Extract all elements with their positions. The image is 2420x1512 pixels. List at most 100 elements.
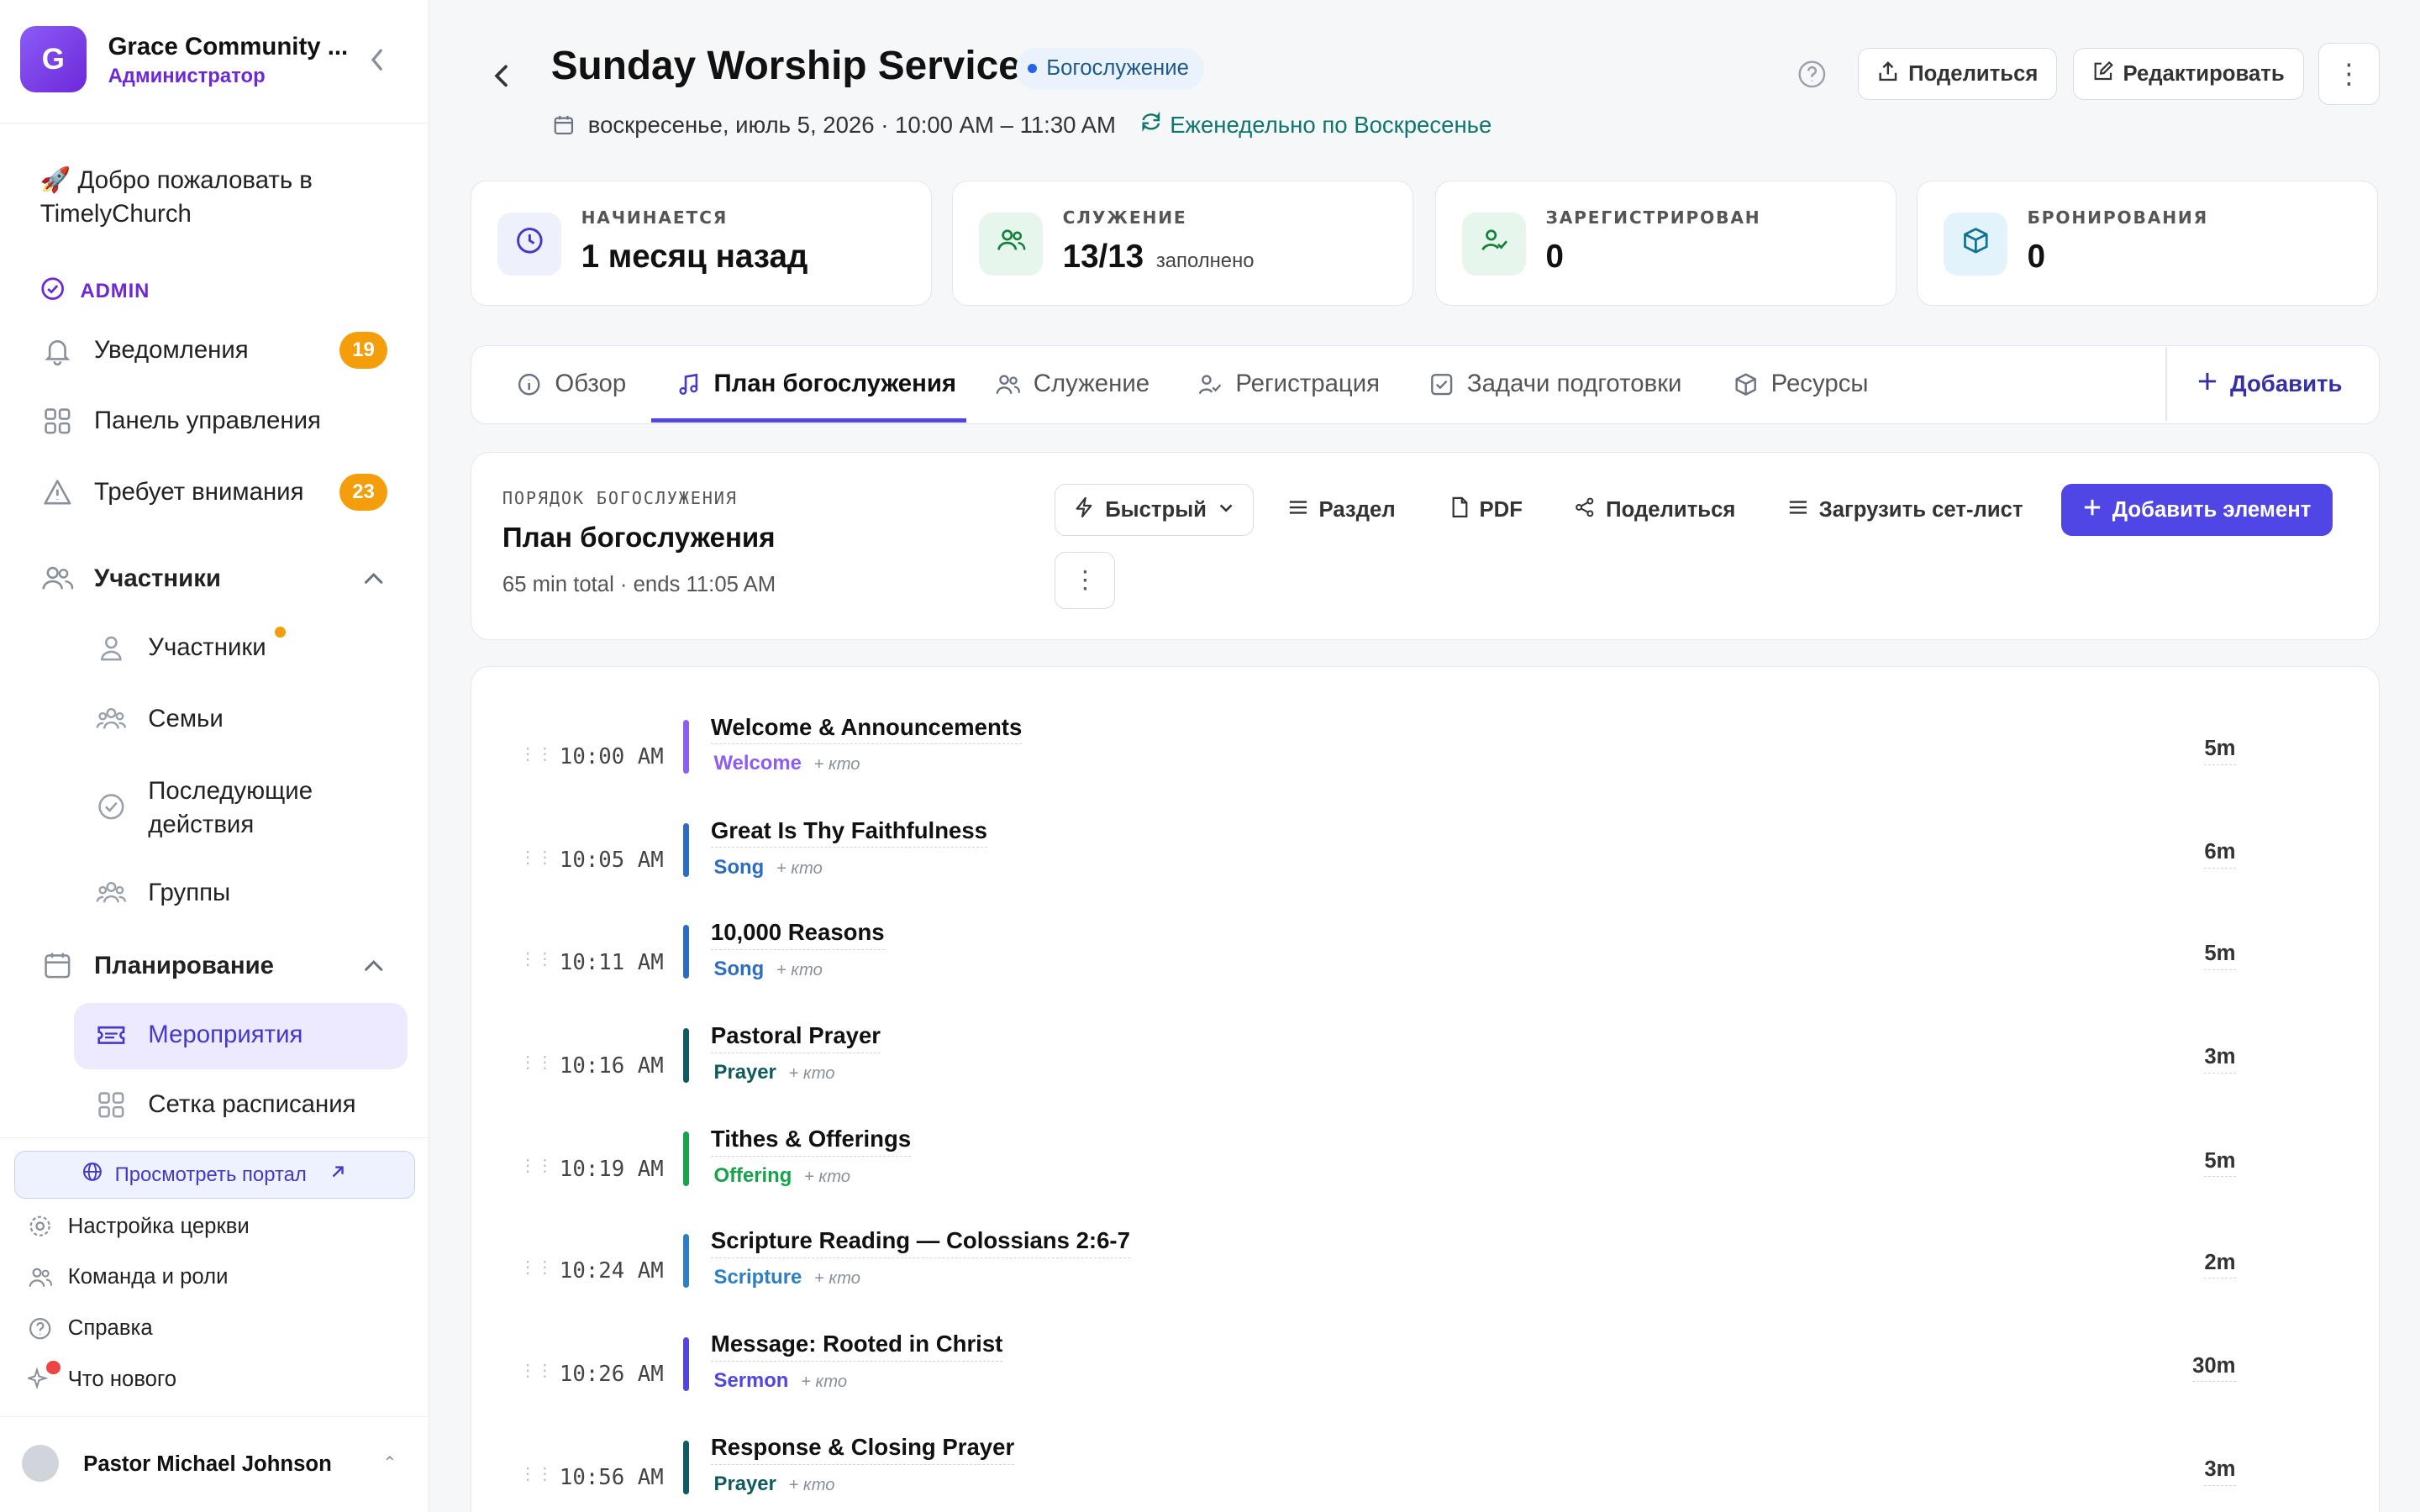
grid-icon (96, 1089, 127, 1121)
load-setlist-button[interactable]: Загрузить сет-лист (1788, 484, 2023, 536)
tab-label: Служение (1033, 370, 1150, 398)
external-link-icon (329, 1163, 347, 1187)
collapse-sidebar-chevron-icon[interactable] (364, 43, 392, 76)
assign-who-link[interactable]: + кто (814, 755, 860, 774)
item-name[interactable]: Pastoral Prayer (710, 1022, 881, 1053)
chevron-up-icon[interactable] (361, 566, 386, 591)
item-duration[interactable]: 3m (2204, 1045, 2236, 1074)
list-item[interactable]: ⋮⋮ 10:05 AM Great Is Thy Faithfulness Song +… (471, 817, 2381, 916)
sidebar-item-groups[interactable]: Группы (96, 878, 230, 909)
item-duration[interactable]: 5m (2204, 737, 2236, 765)
user-menu[interactable]: Pastor Michael Johnson ⌃ (0, 1416, 428, 1512)
item-color-bar (682, 1028, 690, 1083)
sidebar-group-members[interactable]: Участники (40, 555, 221, 601)
warning-triangle-icon (40, 475, 74, 509)
add-tab-button[interactable]: Добавить (2197, 364, 2342, 404)
drag-handle-icon[interactable]: ⋮⋮ (519, 1054, 553, 1071)
tab-serving[interactable]: Служение (995, 346, 1150, 422)
item-time: 10:11 AM (559, 949, 664, 975)
drag-handle-icon[interactable]: ⋮⋮ (519, 1259, 553, 1276)
plus-icon (2083, 498, 2102, 522)
plan-more-button[interactable]: ⋮ (1055, 551, 1116, 609)
list-item[interactable]: ⋮⋮ 10:19 AM Tithes & Offerings Offering + кт… (471, 1126, 2381, 1224)
chevron-updown-icon: ⌃ (382, 1454, 397, 1473)
drag-handle-icon[interactable]: ⋮⋮ (519, 951, 553, 968)
drag-handle-icon[interactable]: ⋮⋮ (519, 1158, 553, 1174)
stat-value: 13/13 заполнено (1063, 239, 1255, 276)
sidebar-item-schedule-grid[interactable]: Сетка расписания (96, 1089, 356, 1121)
share-plan-button[interactable]: Поделиться (1575, 484, 1735, 536)
sidebar-group-planning[interactable]: Планирование (40, 942, 274, 989)
item-duration[interactable]: 5m (2204, 942, 2236, 971)
calendar-icon (40, 949, 74, 983)
list-item[interactable]: ⋮⋮ 10:00 AM Welcome & Announcements Welcome… (471, 714, 2381, 812)
tab-resources[interactable]: Ресурсы (1733, 346, 1869, 422)
pdf-button[interactable]: PDF (1450, 484, 1523, 536)
list-item[interactable]: ⋮⋮ 10:56 AM Response & Closing Prayer Praye… (471, 1434, 2381, 1512)
org-switcher[interactable]: G Grace Community ... Администратор (0, 0, 428, 123)
item-duration[interactable]: 5m (2204, 1149, 2236, 1178)
share-label: Поделиться (1908, 61, 2039, 86)
sidebar-item-events[interactable]: Мероприятия (96, 1020, 302, 1051)
item-duration[interactable]: 6m (2204, 840, 2236, 869)
sidebar-item-families[interactable]: Семьи (96, 704, 224, 735)
sidebar-item-whats-new[interactable]: Что нового (28, 1360, 176, 1391)
sidebar-item-help[interactable]: Справка (28, 1316, 153, 1341)
tab-prep-tasks[interactable]: Задачи подготовки (1428, 346, 1681, 422)
stat-icon-box (979, 212, 1043, 276)
assign-who-link[interactable]: + кто (789, 1064, 835, 1083)
assign-who-link[interactable]: + кто (776, 961, 823, 979)
drag-handle-icon[interactable]: ⋮⋮ (519, 1362, 553, 1379)
add-element-button[interactable]: Добавить элемент (2060, 483, 2333, 537)
sidebar-item-church-settings[interactable]: Настройка церкви (28, 1214, 250, 1238)
more-options-button[interactable]: ⋮ (2317, 43, 2381, 105)
drag-handle-icon[interactable]: ⋮⋮ (519, 746, 553, 763)
welcome-link[interactable]: 🚀 Добро пожаловать в TimelyChurch (40, 164, 395, 232)
item-duration[interactable]: 2m (2204, 1251, 2236, 1279)
view-portal-button[interactable]: Просмотреть портал (13, 1151, 416, 1200)
sidebar-item-followups[interactable]: Последующие действия (96, 774, 349, 843)
assign-who-link[interactable]: + кто (776, 859, 823, 878)
list-item[interactable]: ⋮⋮ 10:16 AM Pastoral Prayer Prayer + кто 3m (471, 1022, 2381, 1121)
tab-label: Регистрация (1235, 370, 1381, 398)
list-item[interactable]: ⋮⋮ 10:24 AM Scripture Reading — Colossians… (471, 1227, 2381, 1326)
assign-who-link[interactable]: + кто (801, 1373, 847, 1391)
add-section-button[interactable]: Раздел (1288, 484, 1396, 536)
sidebar-item-members[interactable]: Участники (96, 633, 266, 664)
sidebar-item-team-roles[interactable]: Команда и роли (28, 1265, 229, 1289)
list-item[interactable]: ⋮⋮ 10:11 AM 10,000 Reasons Song + кто 5m (471, 919, 2381, 1017)
sidebar-item-attention[interactable]: Требует внимания (40, 469, 304, 515)
item-name[interactable]: Scripture Reading — Colossians 2:6-7 (710, 1227, 1130, 1258)
back-button[interactable] (487, 60, 515, 92)
help-circle-icon[interactable] (1797, 59, 1828, 90)
quick-add-dropdown[interactable]: Быстрый (1055, 483, 1255, 537)
item-duration[interactable]: 3m (2204, 1457, 2236, 1486)
edit-button[interactable]: Редактировать (2072, 47, 2304, 101)
sidebar-item-notifications[interactable]: Уведомления (40, 327, 249, 373)
item-name[interactable]: Tithes & Offerings (710, 1126, 912, 1157)
recurrence-link[interactable]: Еженедельно по Воскресенье (1140, 111, 1491, 139)
drag-handle-icon[interactable]: ⋮⋮ (519, 1466, 553, 1483)
item-name[interactable]: 10,000 Reasons (710, 919, 885, 950)
tab-registration[interactable]: Регистрация (1197, 346, 1380, 422)
assign-who-link[interactable]: + кто (789, 1476, 835, 1494)
sidebar-item-dashboard[interactable]: Панель управления (40, 398, 321, 444)
tab-service-plan[interactable]: План богослужения (676, 346, 956, 422)
help-circle-icon (28, 1316, 52, 1341)
stat-icon-box (497, 212, 561, 276)
tab-overview[interactable]: Обзор (516, 346, 626, 422)
item-duration[interactable]: 30m (2192, 1354, 2236, 1383)
list-item[interactable]: ⋮⋮ 10:26 AM Message: Rooted in Christ Sermo… (471, 1331, 2381, 1430)
stat-value-text: 0 (2027, 238, 2046, 275)
item-name[interactable]: Great Is Thy Faithfulness (710, 817, 987, 848)
stat-value-text: 13/13 (1062, 238, 1144, 275)
chevron-up-icon[interactable] (361, 953, 386, 978)
drag-handle-icon[interactable]: ⋮⋮ (519, 849, 553, 866)
share-button[interactable]: Поделиться (1858, 47, 2058, 101)
item-name[interactable]: Response & Closing Prayer (710, 1434, 1015, 1465)
item-name[interactable]: Message: Rooted in Christ (710, 1331, 1003, 1362)
item-kind: Prayer + кто (714, 1473, 835, 1496)
item-name[interactable]: Welcome & Announcements (710, 714, 1023, 745)
assign-who-link[interactable]: + кто (814, 1269, 860, 1288)
assign-who-link[interactable]: + кто (804, 1168, 850, 1186)
